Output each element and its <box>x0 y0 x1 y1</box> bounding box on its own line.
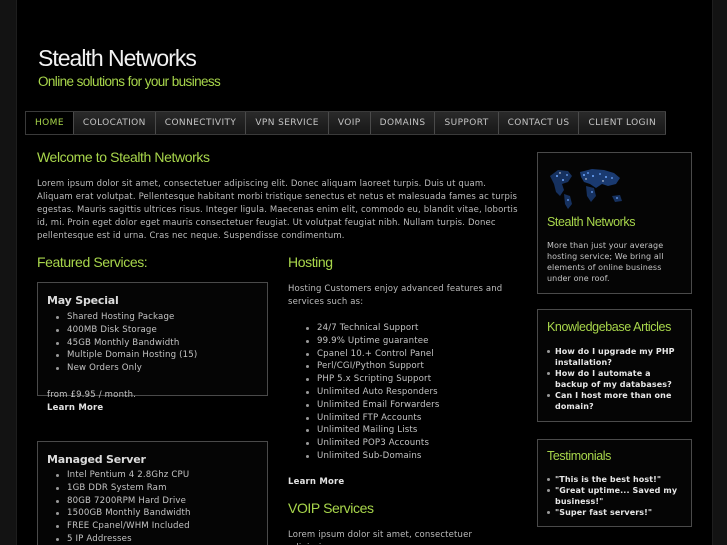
list-item: Unlimited Mailing Lists <box>304 424 439 437</box>
nav-voip[interactable]: VOIP <box>328 112 371 134</box>
kb-article-link[interactable]: Can I host more than one domain? <box>547 390 685 412</box>
hosting-intro: Hosting Customers enjoy advanced feature… <box>288 284 503 307</box>
managed-server-title: Managed Server <box>47 453 146 466</box>
list-item: Unlimited Sub-Domains <box>304 450 439 463</box>
kb-article-link[interactable]: How do I upgrade my PHP installation? <box>547 346 685 368</box>
list-item: Multiple Domain Hosting (15) <box>54 349 197 362</box>
testimonials-panel: Testimonials "This is the best host!" "G… <box>537 439 692 527</box>
may-special-price: from £9.95 / month. <box>47 390 137 400</box>
may-special-title: May Special <box>47 294 119 307</box>
managed-server-box: Managed Server Intel Pentium 4 2.8Ghz CP… <box>37 441 268 545</box>
site-title[interactable]: Stealth Networks <box>38 45 197 72</box>
kb-article-link[interactable]: How do I automate a backup of my databas… <box>547 368 685 390</box>
list-item: 45GB Monthly Bandwidth <box>54 337 197 350</box>
nav-connectivity[interactable]: CONNECTIVITY <box>155 112 247 134</box>
nav-vpn-service[interactable]: VPN SERVICE <box>246 112 329 134</box>
featured-heading: Featured Services: <box>37 254 148 270</box>
list-item: 24/7 Technical Support <box>304 322 439 335</box>
welcome-text: Lorem ipsum dolor sit amet, consectetuer… <box>37 179 518 241</box>
may-special-list: Shared Hosting Package 400MB Disk Storag… <box>54 311 197 375</box>
list-item: 1500GB Monthly Bandwidth <box>54 507 191 520</box>
list-item: Shared Hosting Package <box>54 311 197 324</box>
list-item: 1GB DDR System Ram <box>54 482 191 495</box>
world-map-image <box>548 162 628 210</box>
list-item: Perl/CGI/Python Support <box>304 360 439 373</box>
testimonial-item: "Great uptime... Saved my business!" <box>547 485 685 507</box>
main-nav: HOME COLOCATION CONNECTIVITY VPN SERVICE… <box>25 111 667 135</box>
list-item: 80GB 7200RPM Hard Drive <box>54 495 191 508</box>
list-item: Intel Pentium 4 2.8Ghz CPU <box>54 469 191 482</box>
testimonials-title: Testimonials <box>547 449 611 463</box>
nav-contact-us[interactable]: CONTACT US <box>498 112 580 134</box>
nav-client-login[interactable]: CLIENT LOGIN <box>579 112 667 134</box>
testimonial-item: "Super fast servers!" <box>547 507 685 518</box>
nav-domains[interactable]: DOMAINS <box>370 112 436 134</box>
knowledgebase-list: How do I upgrade my PHP installation? Ho… <box>547 346 685 412</box>
list-item: Cpanel 10.+ Control Panel <box>304 348 439 361</box>
about-text: More than just your average hosting serv… <box>547 241 664 283</box>
knowledgebase-panel: Knowledgebase Articles How do I upgrade … <box>537 309 692 422</box>
hosting-learn-more-link[interactable]: Learn More <box>288 477 344 487</box>
voip-text: Lorem ipsum dolor sit amet, consectetuer… <box>288 530 473 545</box>
may-special-learn-more-link[interactable]: Learn More <box>47 403 103 413</box>
list-item: Unlimited Email Forwarders <box>304 399 439 412</box>
list-item: Unlimited FTP Accounts <box>304 412 439 425</box>
list-item: 5 IP Addresses <box>54 533 191 545</box>
knowledgebase-title: Knowledgebase Articles <box>547 320 671 334</box>
list-item: 99.9% Uptime guarantee <box>304 335 439 348</box>
list-item: 400MB Disk Storage <box>54 324 197 337</box>
nav-home[interactable]: HOME <box>25 112 74 134</box>
nav-support[interactable]: SUPPORT <box>435 112 499 134</box>
list-item: New Orders Only <box>54 362 197 375</box>
about-title: Stealth Networks <box>547 215 636 229</box>
about-panel: Stealth Networks More than just your ave… <box>537 152 692 294</box>
list-item: PHP 5.x Scripting Support <box>304 373 439 386</box>
nav-colocation[interactable]: COLOCATION <box>73 112 156 134</box>
welcome-heading: Welcome to Stealth Networks <box>37 149 210 165</box>
managed-server-list: Intel Pentium 4 2.8Ghz CPU 1GB DDR Syste… <box>54 469 191 545</box>
list-item: Unlimited POP3 Accounts <box>304 437 439 450</box>
voip-heading: VOIP Services <box>288 500 374 516</box>
testimonial-item: "This is the best host!" <box>547 474 685 485</box>
site-tagline: Online solutions for your business <box>38 74 221 89</box>
hosting-heading: Hosting <box>288 254 333 270</box>
testimonials-list: "This is the best host!" "Great uptime..… <box>547 474 685 518</box>
list-item: FREE Cpanel/WHM Included <box>54 520 191 533</box>
hosting-features-list: 24/7 Technical Support 99.9% Uptime guar… <box>304 322 439 463</box>
list-item: Unlimited Auto Responders <box>304 386 439 399</box>
page-frame: Stealth Networks Online solutions for yo… <box>16 0 713 545</box>
may-special-box: May Special Shared Hosting Package 400MB… <box>37 282 268 413</box>
